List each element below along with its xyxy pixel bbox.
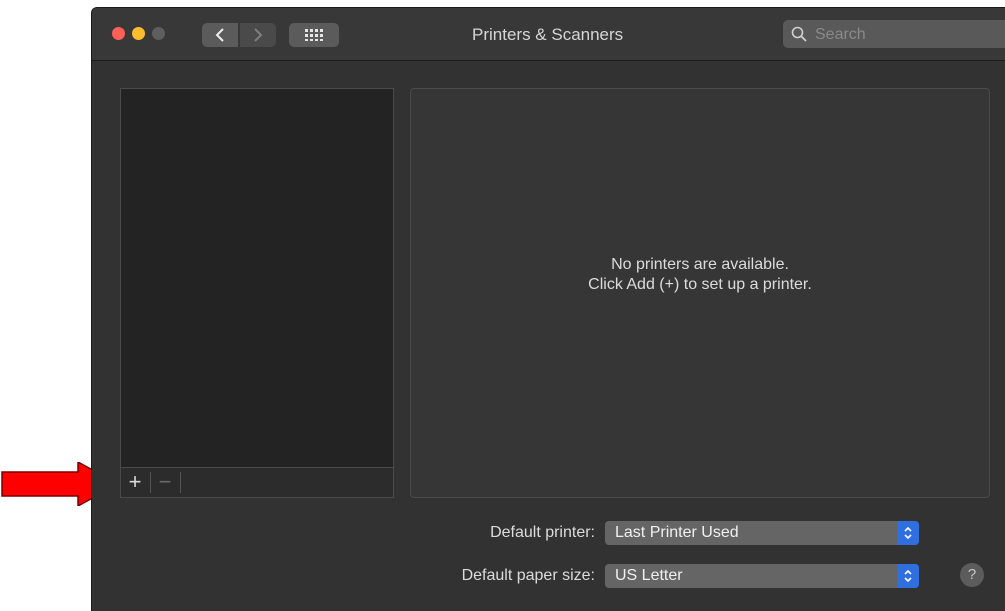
printer-list-area[interactable] xyxy=(121,89,393,467)
printer-detail-panel: No printers are available. Click Add (+)… xyxy=(410,88,990,498)
printer-list[interactable]: + − xyxy=(120,88,394,498)
title-bar: Printers & Scanners xyxy=(92,8,1005,61)
default-printer-value: Last Printer Used xyxy=(615,524,739,541)
printer-list-toolbar: + − xyxy=(121,467,393,497)
window-title: Printers & Scanners xyxy=(472,25,624,44)
toolbar-divider xyxy=(180,472,181,493)
back-button[interactable] xyxy=(202,23,238,47)
grid-icon xyxy=(305,29,323,41)
search-box[interactable] xyxy=(783,20,1005,50)
paper-size-label: Default paper size: xyxy=(461,567,595,584)
empty-state-message: No printers are available. Click Add (+)… xyxy=(411,255,989,295)
printers-scanners-window: Printers & Scanners + − No printer xyxy=(91,7,1005,611)
search-input[interactable] xyxy=(813,20,1005,50)
up-down-chevron-icon xyxy=(897,564,919,588)
chevron-left-icon xyxy=(215,28,224,42)
paper-size-value: US Letter xyxy=(615,567,683,584)
chevron-right-icon xyxy=(254,28,263,42)
show-all-preferences-button[interactable] xyxy=(289,23,339,47)
up-down-chevron-icon xyxy=(897,521,919,545)
default-printer-label: Default printer: xyxy=(490,524,595,541)
default-printer-select[interactable]: Last Printer Used xyxy=(605,521,919,545)
forward-button[interactable] xyxy=(240,23,276,47)
close-window-button[interactable] xyxy=(112,27,125,40)
empty-state-line-1: No printers are available. xyxy=(611,256,789,273)
empty-state-line-2: Click Add (+) to set up a printer. xyxy=(588,276,812,293)
search-icon xyxy=(791,26,807,42)
navigation-buttons xyxy=(202,23,276,47)
help-button[interactable]: ? xyxy=(960,563,984,587)
zoom-window-button[interactable] xyxy=(152,27,165,40)
screenshot: Printers & Scanners + − No printer xyxy=(0,0,1005,611)
minimize-window-button[interactable] xyxy=(132,27,145,40)
add-printer-button[interactable]: + xyxy=(121,468,149,497)
remove-printer-button[interactable]: − xyxy=(151,468,179,497)
paper-size-select[interactable]: US Letter xyxy=(605,564,919,588)
